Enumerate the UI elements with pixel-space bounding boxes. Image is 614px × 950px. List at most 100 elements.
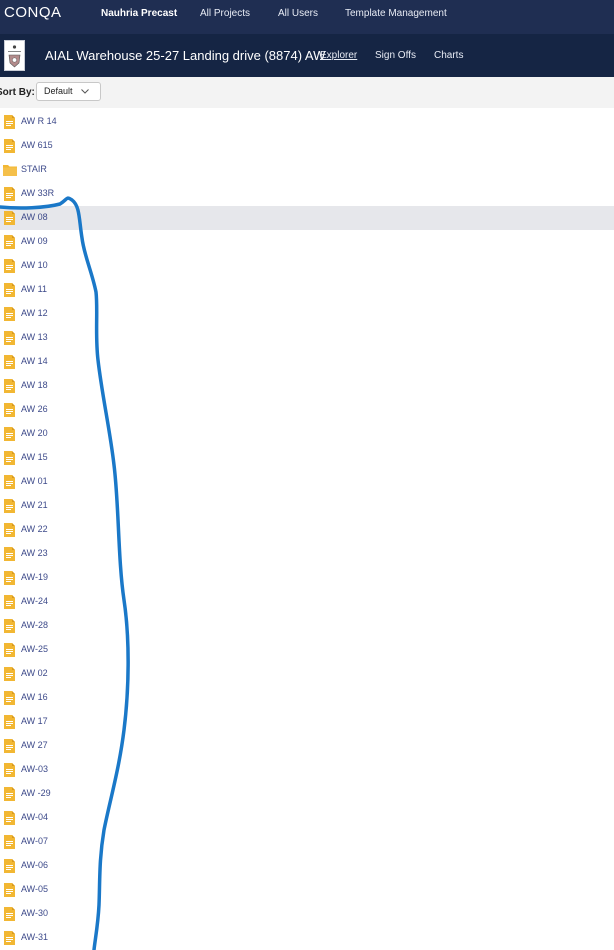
list-item-label[interactable]: AW-06 [21, 860, 48, 870]
list-item[interactable]: AW 13 [0, 326, 614, 350]
list-item-label[interactable]: AW 14 [21, 356, 48, 366]
document-icon [3, 691, 16, 710]
document-icon [3, 259, 16, 278]
list-item-label[interactable]: AW 23 [21, 548, 48, 558]
list-item[interactable]: AW-06 [0, 854, 614, 878]
list-item-label[interactable]: AW-04 [21, 812, 48, 822]
list-item[interactable]: AW-03 [0, 758, 614, 782]
list-item-label[interactable]: AW 11 [21, 284, 47, 294]
list-item-label[interactable]: AW 10 [21, 260, 48, 270]
list-item[interactable]: AW 01 [0, 470, 614, 494]
list-item[interactable]: AW-04 [0, 806, 614, 830]
list-item-label[interactable]: AW R 14 [21, 116, 57, 126]
list-item[interactable]: AW 12 [0, 302, 614, 326]
document-icon [3, 355, 16, 374]
project-title: AIAL Warehouse 25-27 Landing drive (8874… [45, 48, 326, 63]
list-item-label[interactable]: AW-19 [21, 572, 48, 582]
list-item-label[interactable]: AW-05 [21, 884, 48, 894]
list-item[interactable]: AW-30 [0, 902, 614, 926]
list-item-label[interactable]: AW-25 [21, 644, 48, 654]
list-item-label[interactable]: AW 02 [21, 668, 48, 678]
document-icon [3, 859, 16, 878]
list-item[interactable]: AW 27 [0, 734, 614, 758]
document-icon [3, 523, 16, 542]
list-item-label[interactable]: AW -29 [21, 788, 51, 798]
list-item[interactable]: AW 16 [0, 686, 614, 710]
list-item-label[interactable]: AW-31 [21, 932, 48, 942]
list-item[interactable]: AW-25 [0, 638, 614, 662]
list-item[interactable]: AW 09 [0, 230, 614, 254]
list-item-label[interactable]: AW 18 [21, 380, 48, 390]
document-icon [3, 931, 16, 950]
list-item[interactable]: AW 15 [0, 446, 614, 470]
list-item-label[interactable]: AW 17 [21, 716, 48, 726]
list-item-label[interactable]: AW 01 [21, 476, 48, 486]
list-item-label[interactable]: AW 615 [21, 140, 53, 150]
list-item[interactable]: AW 23 [0, 542, 614, 566]
nav-template-management[interactable]: Template Management [345, 8, 447, 19]
folder-row[interactable]: STAIR [0, 158, 614, 182]
list-item[interactable]: AW-31 [0, 926, 614, 950]
sort-select[interactable]: Default [36, 82, 101, 101]
list-item-label[interactable]: AW 08 [21, 212, 48, 222]
list-item-label[interactable]: AW 26 [21, 404, 48, 414]
document-icon [3, 427, 16, 446]
document-icon [3, 595, 16, 614]
list-item-label[interactable]: AW 12 [21, 308, 48, 318]
list-item[interactable]: AW-24 [0, 590, 614, 614]
list-item-label[interactable]: AW 13 [21, 332, 48, 342]
list-item-label[interactable]: AW 33R [21, 188, 54, 198]
document-icon [3, 307, 16, 326]
list-item-label[interactable]: AW 22 [21, 524, 48, 534]
list-item-label[interactable]: AW-28 [21, 620, 48, 630]
tab-sign-offs[interactable]: Sign Offs [375, 50, 416, 61]
list-item[interactable]: AW 33R [0, 182, 614, 206]
list-item-label[interactable]: AW-30 [21, 908, 48, 918]
list-item[interactable]: AW 26 [0, 398, 614, 422]
list-item-label[interactable]: AW-24 [21, 596, 48, 606]
top-navigation-bar: CONQA Nauhria Precast All Projects All U… [0, 0, 614, 34]
document-icon [3, 643, 16, 662]
nav-all-users[interactable]: All Users [278, 8, 318, 19]
list-item[interactable]: AW-19 [0, 566, 614, 590]
list-item[interactable]: AW-07 [0, 830, 614, 854]
list-item[interactable]: AW-05 [0, 878, 614, 902]
list-item[interactable]: AW 21 [0, 494, 614, 518]
list-item[interactable]: AW-28 [0, 614, 614, 638]
list-item[interactable]: AW -29 [0, 782, 614, 806]
explorer-item-list: AW R 14 AW 615 STAIR AW 33R AW 08 AW 09 AW 10 A… [0, 110, 614, 950]
list-item[interactable]: AW 11 [0, 278, 614, 302]
list-item-label[interactable]: AW 09 [21, 236, 48, 246]
list-item[interactable]: AW 10 [0, 254, 614, 278]
list-item[interactable]: AW 18 [0, 374, 614, 398]
document-icon [3, 571, 16, 590]
project-header: AIAL Warehouse 25-27 Landing drive (8874… [0, 34, 614, 77]
sort-toolbar: Sort By: Default [0, 77, 614, 108]
folder-icon [3, 163, 17, 181]
list-item-label[interactable]: AW 15 [21, 452, 48, 462]
nav-all-projects[interactable]: All Projects [200, 8, 250, 19]
brand-logo[interactable]: CONQA [4, 4, 62, 21]
document-icon [3, 715, 16, 734]
list-item[interactable]: AW 14 [0, 350, 614, 374]
tab-explorer[interactable]: Explorer [320, 50, 357, 61]
list-item[interactable]: AW 02 [0, 662, 614, 686]
nav-nauhria-precast[interactable]: Nauhria Precast [101, 8, 177, 19]
list-item[interactable]: AW R 14 [0, 110, 614, 134]
document-icon [3, 451, 16, 470]
list-item-label[interactable]: AW 21 [21, 500, 48, 510]
document-icon [3, 331, 16, 350]
list-item[interactable]: AW 20 [0, 422, 614, 446]
list-item[interactable]: AW 22 [0, 518, 614, 542]
document-icon [3, 667, 16, 686]
list-item-label[interactable]: AW 27 [21, 740, 48, 750]
list-item[interactable]: AW 17 [0, 710, 614, 734]
list-item-label[interactable]: AW-07 [21, 836, 48, 846]
tab-charts[interactable]: Charts [434, 50, 463, 61]
list-item-label[interactable]: AW-03 [21, 764, 48, 774]
list-item[interactable]: AW 08 [0, 206, 614, 230]
list-item-label[interactable]: AW 16 [21, 692, 48, 702]
list-item-label[interactable]: STAIR [21, 164, 47, 174]
list-item[interactable]: AW 615 [0, 134, 614, 158]
list-item-label[interactable]: AW 20 [21, 428, 48, 438]
